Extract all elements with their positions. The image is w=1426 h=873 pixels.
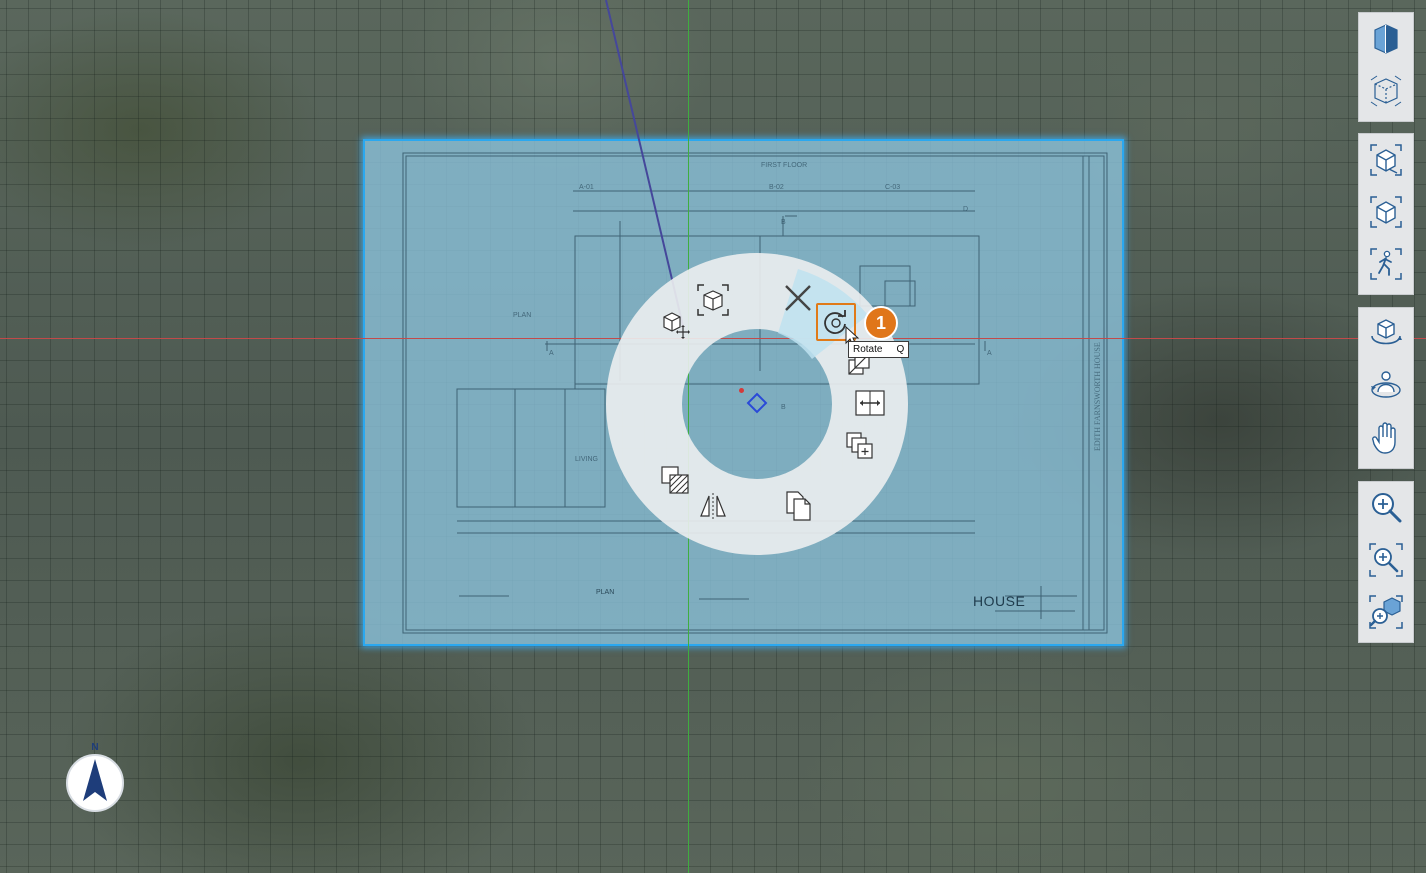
copy-icon[interactable] — [782, 489, 816, 523]
move-icon[interactable] — [658, 307, 692, 341]
svg-text:PLAN: PLAN — [513, 312, 531, 319]
svg-text:EDITH FARNSWORTH HOUSE: EDITH FARNSWORTH HOUSE — [1093, 342, 1102, 451]
x-ray-icon[interactable] — [1362, 65, 1410, 117]
frame-object-icon[interactable] — [696, 283, 730, 317]
svg-text:FIRST FLOOR: FIRST FLOOR — [761, 162, 807, 169]
tooltip-shortcut: Q — [896, 344, 905, 355]
svg-text:B: B — [781, 219, 786, 226]
plan-title: PLAN — [596, 589, 615, 596]
pan-hand-icon[interactable] — [1362, 412, 1410, 464]
svg-text:D: D — [963, 206, 968, 213]
mirror-icon[interactable] — [696, 489, 730, 523]
orbit-icon[interactable] — [1362, 308, 1410, 360]
stretch-icon[interactable] — [853, 386, 887, 420]
zoom-icon[interactable] — [1362, 482, 1410, 534]
look-around-icon[interactable] — [1362, 360, 1410, 412]
svg-text:LIVING: LIVING — [575, 456, 598, 463]
walk-icon[interactable] — [1362, 238, 1410, 290]
material-icon[interactable] — [658, 463, 692, 497]
zoom-window-icon[interactable] — [1362, 534, 1410, 586]
origin-point — [739, 388, 744, 393]
orbit-view-icon[interactable] — [1362, 134, 1410, 186]
svg-text:A: A — [987, 350, 992, 357]
pivot-marker[interactable] — [746, 392, 768, 414]
home-view-icon[interactable] — [1362, 186, 1410, 238]
svg-text:A-01: A-01 — [579, 184, 594, 191]
toolbar-group-navigation — [1358, 307, 1414, 469]
svg-text:C-03: C-03 — [885, 184, 900, 191]
toolbar-group-view-style — [1358, 12, 1414, 122]
svg-text:A: A — [549, 350, 554, 357]
compass[interactable]: N — [64, 740, 126, 816]
duplicate-icon[interactable] — [843, 429, 877, 463]
tooltip-label: Rotate — [853, 344, 883, 355]
compass-north-label: N — [91, 742, 98, 753]
3d-viewport[interactable]: FIRST FLOOR A-01 B-02 C-03 D A A B B LIV… — [0, 0, 1426, 873]
tooltip: Rotate Q — [848, 341, 910, 358]
toolbar-group-views — [1358, 133, 1414, 295]
section-box-icon[interactable] — [1362, 13, 1410, 65]
house-title: HOUSE — [973, 593, 1026, 609]
zoom-extents-icon[interactable] — [1362, 586, 1410, 638]
step-callout-badge: 1 — [864, 306, 898, 340]
delete-icon[interactable] — [781, 281, 815, 315]
svg-text:B-02: B-02 — [769, 184, 784, 191]
toolbar-group-zoom — [1358, 481, 1414, 643]
